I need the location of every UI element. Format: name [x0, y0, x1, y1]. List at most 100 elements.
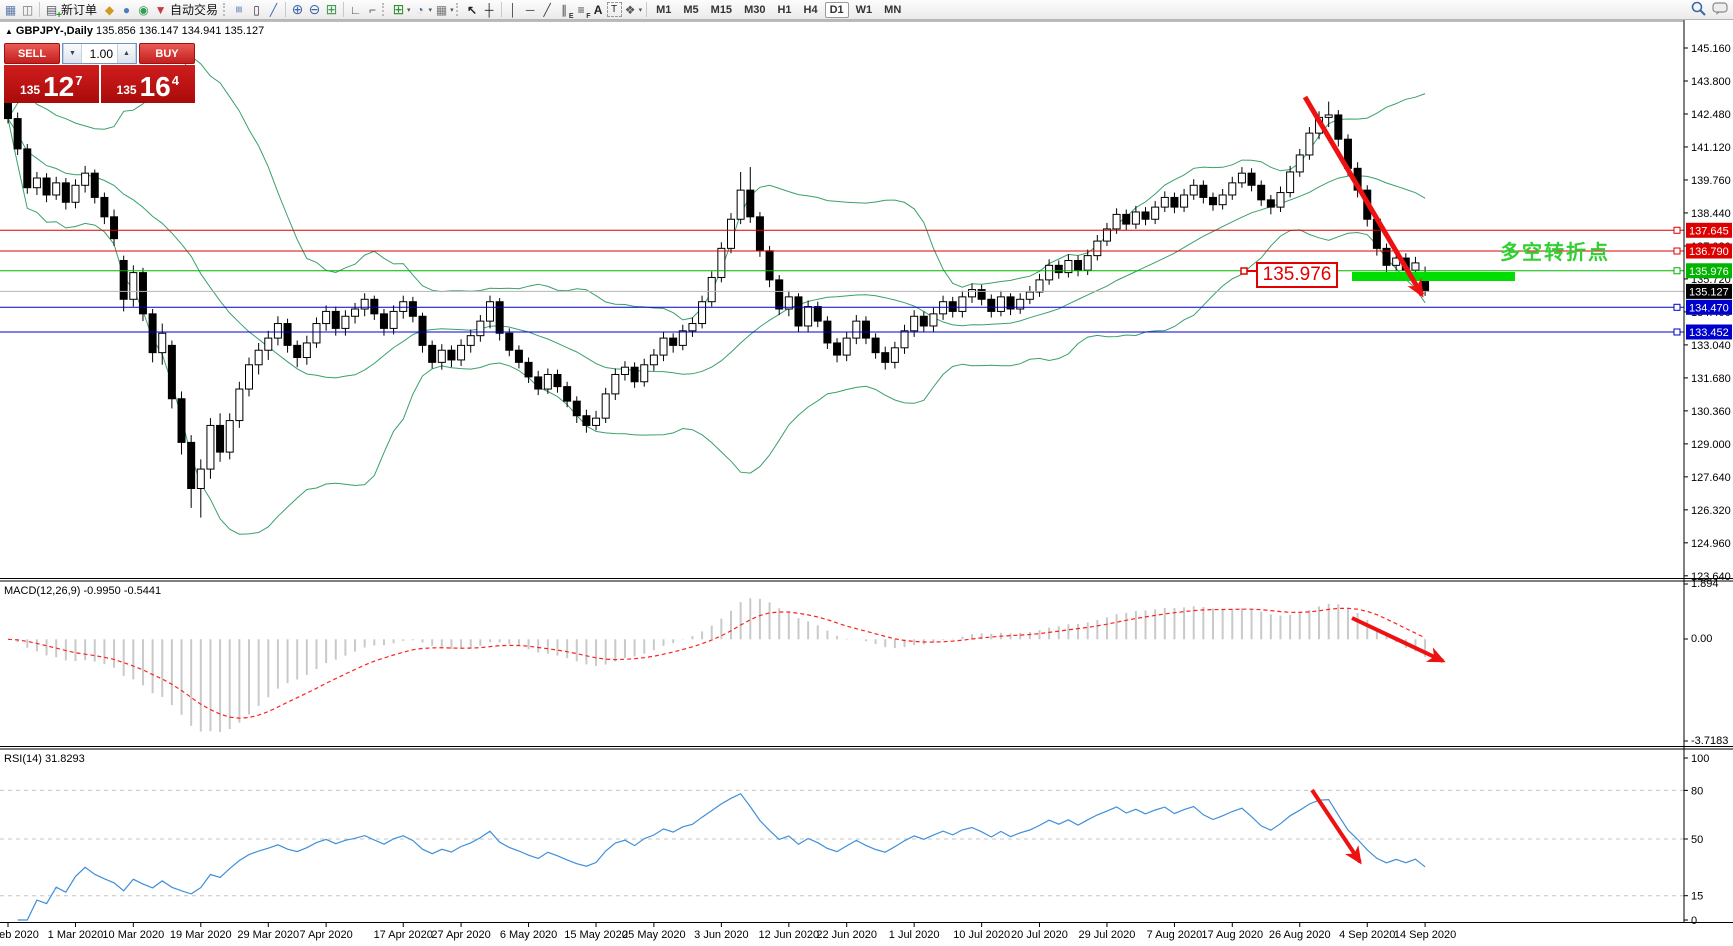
svg-text:14 Sep 2020: 14 Sep 2020 [1394, 929, 1456, 941]
auto-trading-label[interactable]: 自动交易 [170, 1, 218, 18]
arrows-icon[interactable]: ❖ [622, 1, 639, 18]
svg-text:12 Jun 2020: 12 Jun 2020 [759, 929, 820, 941]
dropdown-caret-icon[interactable]: ▾ [639, 6, 643, 14]
svg-text:142.480: 142.480 [1691, 109, 1731, 121]
timeframe-D1[interactable]: D1 [825, 2, 849, 18]
zoom-in-icon[interactable]: ⊕ [289, 1, 306, 18]
svg-text:0.00: 0.00 [1691, 633, 1712, 645]
toolbar-separator [39, 2, 40, 17]
svg-text:10 Jul 2020: 10 Jul 2020 [953, 929, 1010, 941]
channel-icon[interactable]: ∥E [556, 1, 573, 18]
trendline-icon[interactable]: ╱ [539, 1, 556, 18]
volume-stepper: ▼ 1.00 ▲ [62, 43, 137, 64]
svg-text:134.470: 134.470 [1689, 302, 1729, 314]
deposit-icon[interactable]: ◆ [101, 1, 118, 18]
svg-text:135.976: 135.976 [1689, 266, 1729, 278]
templates-icon[interactable]: ▦ [433, 1, 450, 18]
toolbar-separator [501, 2, 502, 17]
periods-icon[interactable]: ◔ [412, 1, 429, 18]
chart-canvas[interactable]: 145.160143.800142.480141.120139.760138.4… [0, 20, 1733, 946]
add-indicator-icon[interactable]: ⊞ [390, 1, 407, 18]
timeframe-W1[interactable]: W1 [851, 2, 878, 18]
mt4-window: ▦ ◫ ▤+ 新订单 ◆ ● ◉ ▼ 自动交易 ≡ ▯ ╱ ⊕ ⊖ ⊞ ∟ ⌐ … [0, 0, 1733, 946]
bid-big: 12 [43, 75, 74, 99]
zoom-out-icon[interactable]: ⊖ [306, 1, 323, 18]
svg-text:15 May 2020: 15 May 2020 [564, 929, 628, 941]
dropdown-caret-icon[interactable]: ▾ [450, 6, 454, 14]
chat-icon[interactable] [1712, 2, 1729, 16]
timeframe-H1[interactable]: H1 [772, 2, 796, 18]
svg-text:26 Aug 2020: 26 Aug 2020 [1269, 929, 1331, 941]
candlestick-chart-icon[interactable]: ▯ [248, 1, 265, 18]
timeframe-MN[interactable]: MN [879, 2, 906, 18]
dropdown-caret-icon[interactable]: ▾ [407, 6, 411, 14]
group-handle [223, 3, 228, 16]
text-icon[interactable]: A [590, 1, 607, 18]
annotation-text[interactable]: 多空转折点 [1500, 236, 1610, 265]
macd-label: MACD(12,26,9) -0.9950 -0.5441 [4, 585, 161, 597]
svg-text:29 Mar 2020: 29 Mar 2020 [237, 929, 299, 941]
new-order-icon[interactable]: ▤+ [43, 1, 60, 18]
bar-chart-icon[interactable]: ≡ [231, 1, 248, 18]
toolbar-separator [646, 2, 647, 17]
new-order-label[interactable]: 新订单 [61, 1, 97, 18]
svg-text:130.360: 130.360 [1691, 406, 1731, 418]
symbol-marker-icon: ▲ [5, 27, 13, 36]
svg-text:145.160: 145.160 [1691, 43, 1731, 55]
timeframe-H4[interactable]: H4 [799, 2, 823, 18]
rsi-label: RSI(14) 31.8293 [4, 753, 85, 765]
svg-text:138.440: 138.440 [1691, 208, 1731, 220]
svg-text:0: 0 [1691, 915, 1697, 927]
svg-text:141.120: 141.120 [1691, 142, 1731, 154]
svg-text:143.800: 143.800 [1691, 76, 1731, 88]
sell-button[interactable]: SELL [4, 43, 60, 64]
svg-text:7 Aug 2020: 7 Aug 2020 [1147, 929, 1203, 941]
svg-text:6 May 2020: 6 May 2020 [500, 929, 557, 941]
svg-text:129.000: 129.000 [1691, 439, 1731, 451]
community-icon[interactable]: ● [118, 1, 135, 18]
text-label-icon[interactable]: T [607, 2, 622, 17]
ask-price-pane[interactable]: 135164 [101, 65, 196, 103]
auto-scroll-icon[interactable]: ∟ [347, 1, 364, 18]
ohlc-readout: 135.856 136.147 134.941 135.127 [96, 25, 264, 37]
timeframe-M30[interactable]: M30 [739, 2, 770, 18]
buy-button[interactable]: BUY [139, 43, 195, 64]
svg-text:4 Sep 2020: 4 Sep 2020 [1339, 929, 1395, 941]
new-chart-icon[interactable]: ▦ [2, 1, 19, 18]
svg-text:17 Apr 2020: 17 Apr 2020 [374, 929, 433, 941]
chart-shift-icon[interactable]: ⌐ [364, 1, 381, 18]
cursor-icon[interactable]: ↖ [464, 1, 481, 18]
volume-down-button[interactable]: ▼ [63, 44, 82, 63]
crosshair-icon[interactable]: ┼ [481, 1, 498, 18]
line-chart-icon[interactable]: ╱ [265, 1, 282, 18]
toolbar-separator [285, 2, 286, 17]
bid-price-pane[interactable]: 135127 [4, 65, 99, 103]
svg-text:10 Mar 2020: 10 Mar 2020 [102, 929, 164, 941]
fibonacci-icon[interactable]: ≡F [573, 1, 590, 18]
chart-title: ▲GBPJPY-,Daily 135.856 136.147 134.941 1… [5, 25, 264, 37]
svg-text:126.320: 126.320 [1691, 505, 1731, 517]
timeframe-M1[interactable]: M1 [651, 2, 676, 18]
bid-sup: 7 [75, 74, 82, 87]
tile-windows-icon[interactable]: ⊞ [323, 1, 340, 18]
auto-trading-icon[interactable]: ▼ [152, 1, 169, 18]
ask-sup: 4 [172, 74, 179, 87]
horizontal-line-icon[interactable]: ─ [522, 1, 539, 18]
price-callout[interactable]: 135.976 [1256, 262, 1338, 288]
profiles-icon[interactable]: ◫ [19, 1, 36, 18]
volume-input[interactable]: 1.00 [82, 44, 117, 63]
vertical-line-icon[interactable]: │ [505, 1, 522, 18]
dropdown-caret-icon[interactable]: ▾ [429, 6, 433, 14]
timeframe-M5[interactable]: M5 [678, 2, 703, 18]
svg-text:50: 50 [1691, 834, 1703, 846]
svg-text:137.645: 137.645 [1689, 225, 1729, 237]
bid-small: 135 [20, 82, 40, 99]
signals-icon[interactable]: ◉ [135, 1, 152, 18]
search-icon[interactable] [1691, 1, 1706, 16]
volume-up-button[interactable]: ▲ [117, 44, 136, 63]
svg-text:17 Aug 2020: 17 Aug 2020 [1201, 929, 1263, 941]
svg-text:25 May 2020: 25 May 2020 [622, 929, 686, 941]
ask-small: 135 [117, 82, 137, 99]
svg-text:133.040: 133.040 [1691, 340, 1731, 352]
timeframe-M15[interactable]: M15 [706, 2, 737, 18]
